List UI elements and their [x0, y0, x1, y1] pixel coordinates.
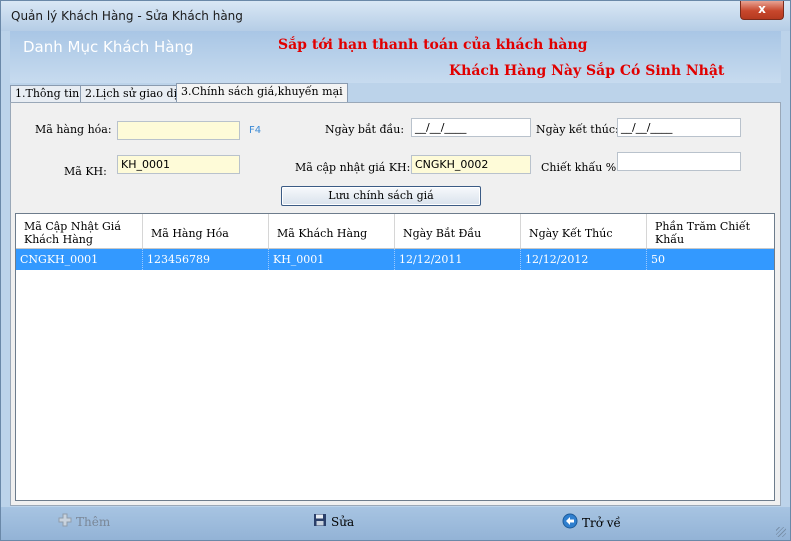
table-cell: CNGKH_0001: [16, 249, 143, 270]
banner-title: Danh Mục Khách Hàng: [23, 38, 194, 56]
birthday-alert: Khách Hàng Này Sắp Có Sinh Nhật: [449, 63, 725, 79]
customer-code-label: Mã KH:: [64, 165, 107, 178]
table-cell: 12/12/2011: [395, 249, 521, 270]
resize-grip[interactable]: [776, 527, 786, 537]
product-lookup-hotkey[interactable]: F4: [249, 125, 261, 136]
price-policy-panel: Mã hàng hóa: F4 Ngày bắt đầu: __/__/____…: [10, 102, 781, 506]
discount-label: Chiết khấu %:: [541, 161, 620, 174]
product-code-field[interactable]: [117, 121, 240, 140]
column-header[interactable]: Mã Hàng Hóa: [143, 214, 269, 248]
end-date-label: Ngày kết thúc:: [536, 123, 619, 136]
discount-field[interactable]: [617, 152, 741, 171]
edit-button-label: Sửa: [331, 514, 355, 529]
header-banner: Danh Mục Khách Hàng Sắp tới hạn thanh to…: [10, 31, 781, 83]
price-update-code-field[interactable]: CNGKH_0002: [411, 155, 531, 174]
column-header[interactable]: Ngày Bắt Đầu: [395, 214, 521, 248]
price-update-code-label: Mã cập nhật giá KH:: [295, 161, 411, 174]
customer-code-field[interactable]: KH_0001: [117, 155, 240, 174]
add-button[interactable]: Thêm: [58, 513, 110, 530]
table-row[interactable]: CNGKH_0001 123456789 KH_0001 12/12/2011 …: [16, 249, 774, 270]
plus-icon: [58, 513, 72, 530]
back-button[interactable]: Trở về: [562, 513, 621, 532]
edit-button[interactable]: Sửa: [313, 513, 354, 530]
back-arrow-icon: [562, 513, 578, 532]
title-bar[interactable]: Quản lý Khách Hàng - Sửa Khách hàng x: [1, 1, 790, 31]
start-date-field[interactable]: __/__/____: [411, 118, 531, 137]
table-cell: 123456789: [143, 249, 269, 270]
payment-alert: Sắp tới hạn thanh toán của khách hàng: [278, 37, 588, 53]
table-cell: 50: [651, 253, 665, 266]
tab-info[interactable]: 1.Thông tin: [10, 85, 85, 103]
start-date-label: Ngày bắt đầu:: [325, 123, 405, 136]
footer-toolbar: Thêm Sửa Trở về: [1, 507, 790, 540]
column-header[interactable]: Mã Khách Hàng: [269, 214, 395, 248]
price-policy-table: Mã Cập Nhật Giá Khách Hàng Mã Hàng Hóa M…: [15, 213, 775, 501]
tab-price-policy[interactable]: 3.Chính sách giá,khuyến mại: [176, 83, 348, 104]
close-button[interactable]: x: [740, 1, 784, 20]
save-price-policy-button[interactable]: Lưu chính sách giá: [281, 186, 481, 206]
column-header[interactable]: Phần Trăm Chiết Khấu: [647, 214, 774, 248]
product-code-label: Mã hàng hóa:: [35, 123, 112, 136]
table-cell: KH_0001: [269, 249, 395, 270]
main-window: Quản lý Khách Hàng - Sửa Khách hàng x Da…: [0, 0, 791, 541]
table-header: Mã Cập Nhật Giá Khách Hàng Mã Hàng Hóa M…: [16, 214, 774, 249]
end-date-field[interactable]: __/__/____: [617, 118, 741, 137]
window-title: Quản lý Khách Hàng - Sửa Khách hàng: [11, 9, 243, 23]
column-header[interactable]: Mã Cập Nhật Giá Khách Hàng: [16, 214, 143, 248]
floppy-disk-icon: [313, 513, 327, 530]
back-button-label: Trở về: [582, 515, 621, 530]
add-button-label: Thêm: [76, 514, 111, 529]
column-header[interactable]: Ngày Kết Thúc: [521, 214, 647, 248]
table-cell: 12/12/2012: [521, 249, 647, 270]
